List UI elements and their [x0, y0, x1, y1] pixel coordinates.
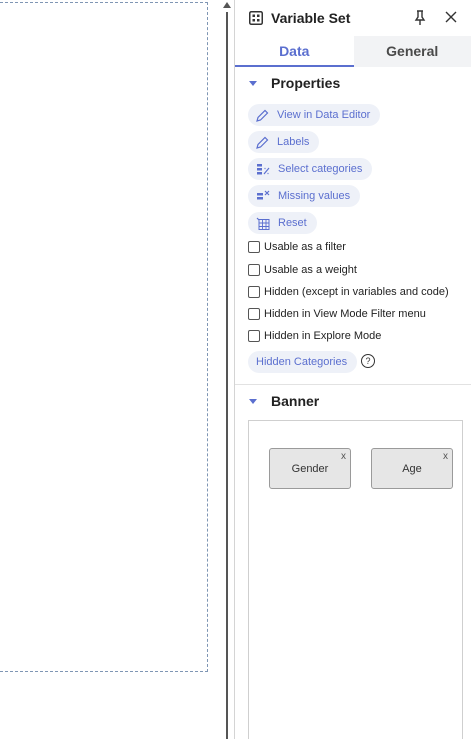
checkbox-box[interactable]: [248, 286, 260, 298]
checkbox-label: Usable as a weight: [264, 264, 357, 276]
tab-general[interactable]: General: [353, 36, 471, 67]
view-in-data-editor-button[interactable]: View in Data Editor: [248, 104, 381, 126]
checkbox-label: Hidden in View Mode Filter menu: [264, 308, 426, 320]
hidden-categories-label: Hidden Categories: [256, 356, 348, 368]
banner-item-age[interactable]: Age x: [371, 448, 453, 489]
labels-button[interactable]: Labels: [248, 131, 320, 153]
properties-title: Properties: [271, 75, 341, 91]
tab-data[interactable]: Data: [235, 36, 354, 67]
checkbox-box[interactable]: [248, 308, 260, 320]
banner-item-gender[interactable]: Gender x: [269, 448, 351, 489]
banner-item-label: Gender: [291, 462, 329, 475]
usable-as-weight-checkbox[interactable]: Usable as a weight: [248, 264, 357, 276]
checkbox-label: Hidden in Explore Mode: [264, 330, 382, 342]
banner-drop-area[interactable]: Gender x Age x: [248, 420, 463, 739]
collapse-caret-icon[interactable]: [249, 80, 257, 86]
scrollbar-track[interactable]: [226, 12, 228, 739]
hidden-checkbox[interactable]: Hidden (except in variables and code): [248, 286, 449, 298]
missing-values-button[interactable]: Missing values: [248, 185, 361, 207]
vertical-scrollbar[interactable]: [223, 0, 231, 739]
reset-button[interactable]: Reset: [248, 212, 317, 234]
variable-set-panel: Variable Set Data General Properties Vie…: [234, 0, 471, 739]
view-in-data-editor-label: View in Data Editor: [277, 109, 371, 121]
banner-item-label: Age: [402, 462, 422, 475]
select-categories-icon: [257, 163, 270, 174]
reset-label: Reset: [278, 217, 307, 229]
missing-values-icon: [257, 190, 270, 199]
checkbox-box[interactable]: [248, 241, 260, 253]
checkbox-box[interactable]: [248, 330, 260, 342]
remove-icon[interactable]: x: [341, 451, 346, 462]
panel-tabs: Data General: [235, 36, 471, 67]
canvas-dashed-frame: [0, 2, 208, 672]
pencil-icon: [256, 136, 269, 149]
labels-label: Labels: [277, 136, 310, 148]
pencil-icon: [256, 109, 269, 122]
panel-header: Variable Set: [235, 0, 471, 36]
reset-table-icon: [256, 217, 270, 230]
variable-set-icon: [249, 11, 263, 25]
hidden-in-explore-mode-checkbox[interactable]: Hidden in Explore Mode: [248, 330, 381, 342]
checkbox-box[interactable]: [248, 264, 260, 276]
remove-icon[interactable]: x: [443, 451, 448, 462]
hidden-categories-button[interactable]: Hidden Categories: [248, 351, 358, 373]
checkbox-label: Usable as a filter: [264, 241, 346, 253]
pin-icon[interactable]: [413, 10, 427, 26]
banner-title: Banner: [271, 393, 320, 409]
select-categories-label: Select categories: [278, 163, 363, 175]
missing-values-label: Missing values: [278, 190, 351, 202]
properties-section-header[interactable]: Properties: [235, 67, 471, 99]
hidden-in-view-mode-filter-checkbox[interactable]: Hidden in View Mode Filter menu: [248, 308, 426, 320]
checkbox-label: Hidden (except in variables and code): [264, 286, 449, 298]
select-categories-button[interactable]: Select categories: [248, 158, 373, 180]
close-icon[interactable]: [444, 10, 458, 24]
help-icon[interactable]: ?: [361, 354, 375, 368]
usable-as-filter-checkbox[interactable]: Usable as a filter: [248, 241, 346, 253]
scroll-up-arrow-icon[interactable]: [223, 2, 231, 8]
collapse-caret-icon[interactable]: [249, 398, 257, 404]
banner-section-header[interactable]: Banner: [235, 385, 319, 417]
panel-title: Variable Set: [271, 10, 351, 26]
